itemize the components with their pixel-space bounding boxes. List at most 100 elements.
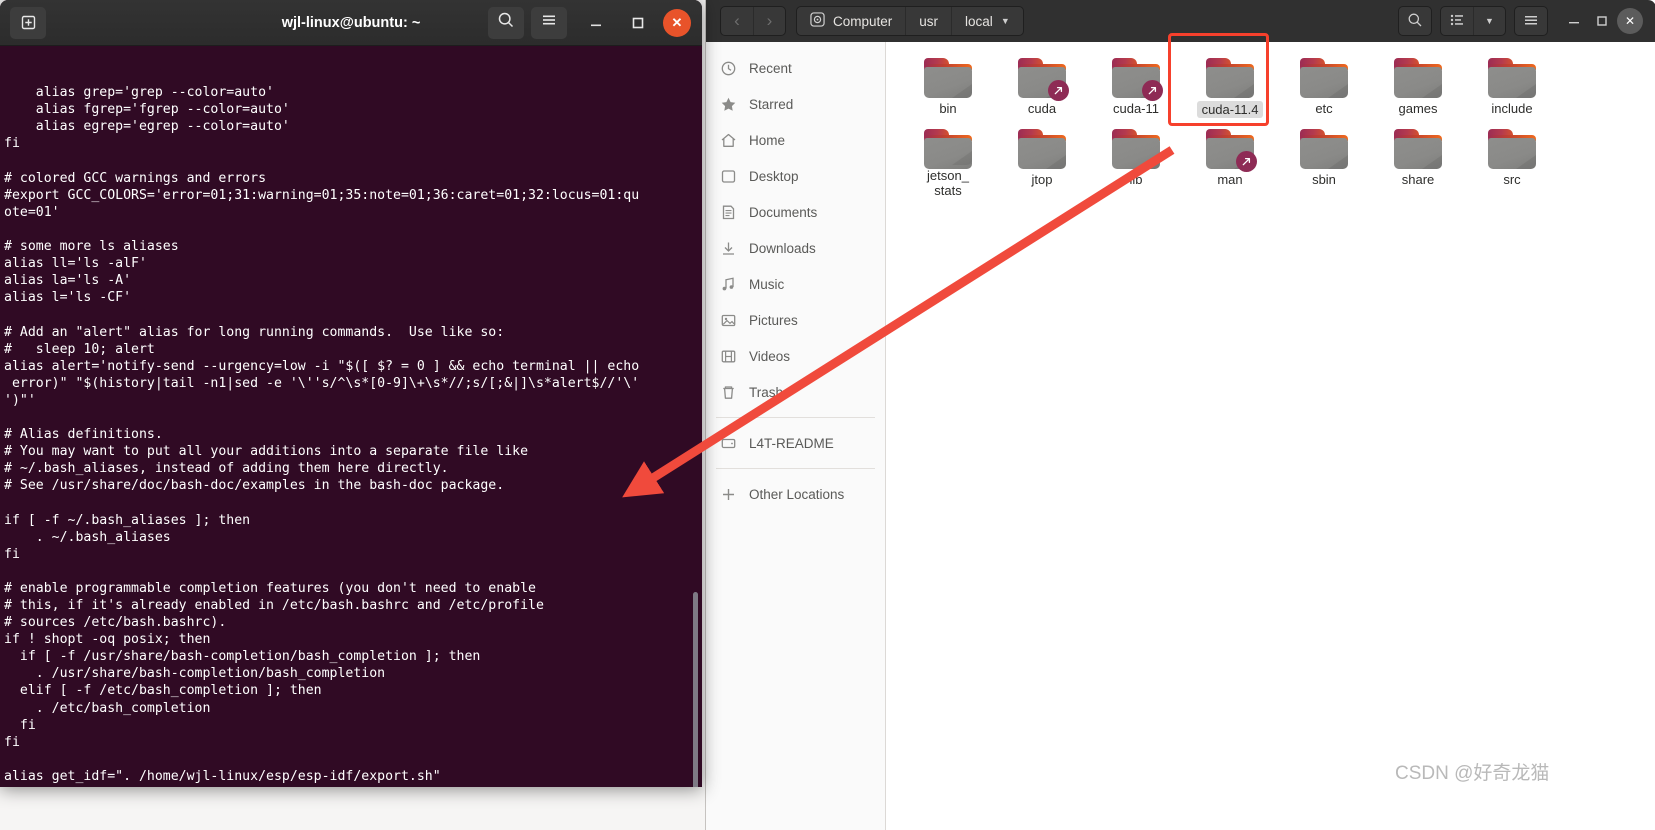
folder-icon (1488, 58, 1536, 98)
search-icon (1407, 12, 1423, 31)
clock-icon (720, 60, 737, 77)
file-manager-sidebar: Recent Starred Home Desktop Documents Do… (706, 42, 886, 830)
sidebar-item-label: Music (749, 276, 785, 292)
file-item[interactable]: cuda (995, 56, 1089, 127)
terminal-output-area[interactable]: alias grep='grep --color=auto' alias fgr… (0, 46, 702, 787)
screen: ‹ › Computer usr local ▼ ▼ ✕ Recent Star… (0, 0, 1655, 830)
file-icon-grid: bin cuda cuda-11 cuda-11.4 etc games include je… (887, 42, 1655, 198)
file-item[interactable]: src (1465, 127, 1559, 198)
forward-button[interactable]: › (753, 7, 785, 35)
sidebar-item-trash[interactable]: Trash (706, 374, 885, 410)
back-button[interactable]: ‹ (721, 7, 753, 35)
sidebar-item-label: Recent (749, 60, 792, 76)
folder-icon (1018, 129, 1066, 169)
plus-icon (720, 486, 737, 503)
sidebar-divider (716, 417, 875, 418)
file-name-label: jetson_ stats (927, 168, 969, 198)
folder-icon (1018, 58, 1069, 101)
folder-icon (1112, 58, 1163, 101)
file-name-label: include (1491, 101, 1533, 116)
hamburger-icon (540, 11, 558, 34)
list-view-icon (1449, 12, 1465, 31)
folder-icon (1488, 129, 1536, 169)
breadcrumb-label: local (965, 13, 993, 29)
trash-icon (720, 384, 737, 401)
new-tab-button[interactable] (10, 6, 46, 39)
sidebar-item-music[interactable]: Music (706, 266, 885, 302)
search-button[interactable] (1399, 7, 1431, 35)
breadcrumb-label: Computer (833, 13, 893, 29)
file-name-label: man (1217, 172, 1243, 187)
navigation-buttons: ‹ › (720, 6, 786, 36)
sidebar-item-label: Videos (749, 348, 791, 364)
file-item[interactable]: jtop (995, 127, 1089, 198)
sidebar-item-downloads[interactable]: Downloads (706, 230, 885, 266)
breadcrumb-item-local[interactable]: local ▼ (951, 7, 1023, 35)
file-name-label: src (1503, 172, 1521, 187)
video-icon (720, 348, 737, 365)
file-item[interactable]: bin (901, 56, 995, 127)
file-item[interactable]: man (1183, 127, 1277, 198)
watermark: CSDN @好奇龙猫 (1395, 763, 1550, 784)
fm-search-group (1398, 6, 1432, 36)
download-icon (720, 240, 737, 257)
folder-icon (1300, 129, 1348, 169)
file-name-label: bin (939, 101, 957, 116)
file-name-label: lib (1129, 172, 1143, 187)
main-menu-button[interactable] (1515, 7, 1547, 35)
sidebar-item-starred[interactable]: Starred (706, 86, 885, 122)
file-item[interactable]: sbin (1277, 127, 1371, 198)
sidebar-item-recent[interactable]: Recent (706, 50, 885, 86)
document-icon (720, 204, 737, 221)
folder-icon (1300, 58, 1348, 98)
view-list-button[interactable] (1441, 7, 1473, 35)
close-icon: ✕ (663, 8, 691, 37)
sidebar-item-pictures[interactable]: Pictures (706, 302, 885, 338)
fm-minimize-button[interactable] (1560, 7, 1588, 35)
fm-close-button[interactable]: ✕ (1616, 7, 1644, 35)
file-item[interactable]: include (1465, 56, 1559, 127)
fm-maximize-button[interactable] (1588, 7, 1616, 35)
terminal-maximize-button[interactable] (623, 7, 653, 39)
terminal-menu-button[interactable] (531, 6, 567, 39)
file-manager-content: bin cuda cuda-11 cuda-11.4 etc games include je… (887, 42, 1655, 830)
terminal-search-button[interactable] (488, 6, 524, 39)
breadcrumb: Computer usr local ▼ (796, 6, 1024, 36)
file-item[interactable]: games (1371, 56, 1465, 127)
sidebar-item-other-locations[interactable]: Other Locations (706, 476, 885, 512)
file-name-label: cuda-11 (1112, 101, 1159, 116)
file-name-label: games (1398, 101, 1438, 116)
sidebar-item-label: L4T-README (749, 435, 834, 451)
sidebar-item-label: Pictures (749, 312, 798, 328)
terminal-text: alias grep='grep --color=auto' alias fgr… (4, 85, 640, 787)
sidebar-item-documents[interactable]: Documents (706, 194, 885, 230)
picture-icon (720, 312, 737, 329)
sidebar-item-l4t-readme[interactable]: L4T-README (706, 425, 885, 461)
breadcrumb-item-usr[interactable]: usr (905, 7, 951, 35)
sidebar-item-label: Other Locations (749, 486, 845, 502)
hamburger-icon (1523, 12, 1539, 31)
close-icon: ✕ (1617, 8, 1643, 34)
terminal-close-button[interactable]: ✕ (663, 8, 691, 37)
terminal-minimize-button[interactable] (581, 7, 611, 39)
file-name-label: share (1401, 172, 1435, 187)
terminal-scrollbar[interactable] (693, 592, 698, 787)
sidebar-item-home[interactable]: Home (706, 122, 885, 158)
fm-menu-group (1514, 6, 1548, 36)
sidebar-item-desktop[interactable]: Desktop (706, 158, 885, 194)
file-item[interactable]: etc (1277, 56, 1371, 127)
home-icon (720, 132, 737, 149)
sidebar-item-videos[interactable]: Videos (706, 338, 885, 374)
symlink-badge-icon (1048, 80, 1069, 101)
file-item[interactable]: share (1371, 127, 1465, 198)
folder-icon (924, 129, 972, 169)
file-item[interactable]: lib (1089, 127, 1183, 198)
breadcrumb-item-computer[interactable]: Computer (797, 7, 905, 35)
drive-icon (720, 435, 737, 452)
selection-highlight-box (1168, 33, 1269, 126)
view-options-button[interactable]: ▼ (1473, 7, 1505, 35)
file-item[interactable]: jetson_ stats (901, 127, 995, 198)
star-icon (720, 96, 737, 113)
sidebar-item-label: Home (749, 132, 786, 148)
folder-icon (1394, 58, 1442, 98)
